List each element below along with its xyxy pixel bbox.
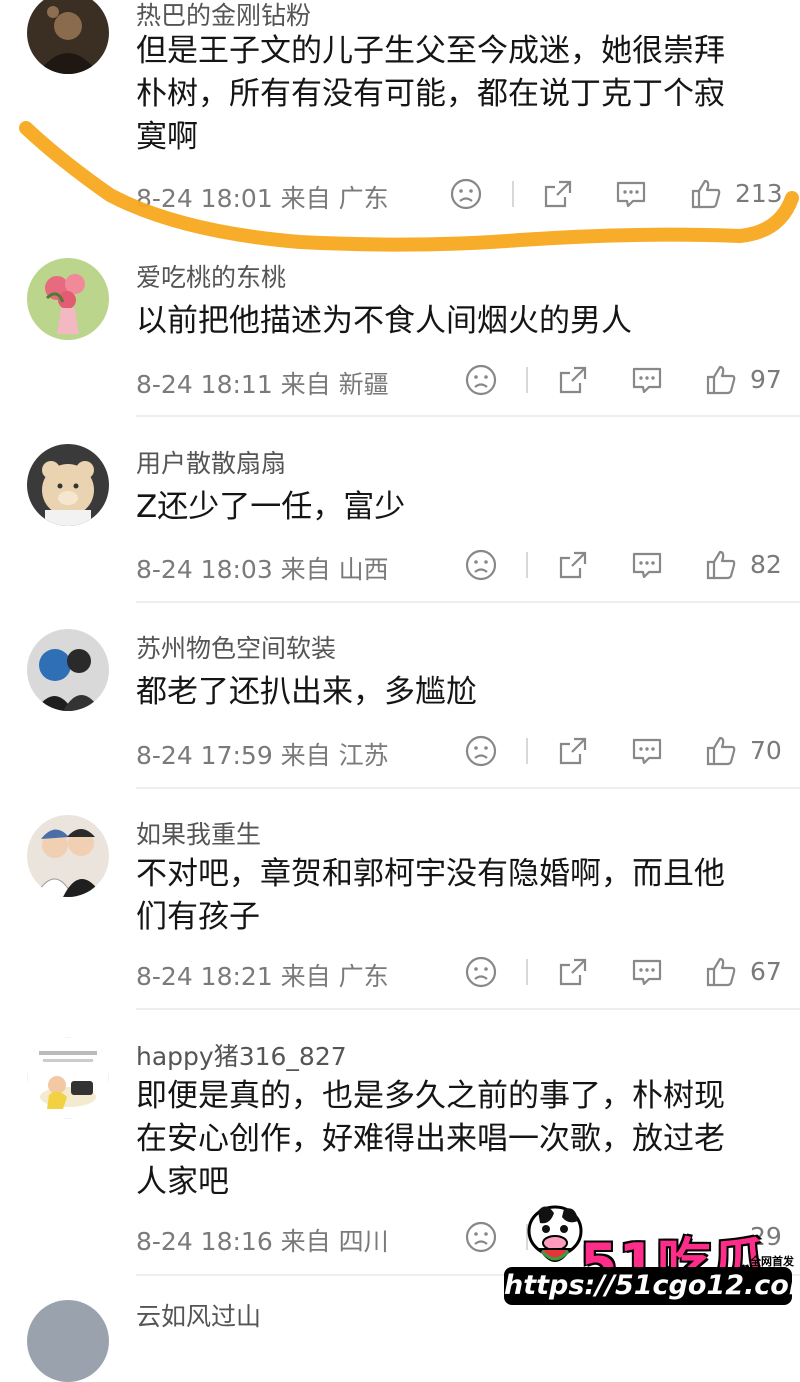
divider [526,959,528,985]
comment-username[interactable]: 用户散散扇扇 [136,444,286,480]
comment-time-location: 8-24 18:01 来自 广东 [136,184,389,213]
avatar[interactable] [27,258,109,340]
comment-bubble-icon[interactable] [630,955,664,989]
avatar[interactable] [27,444,109,526]
divider [526,367,528,393]
sad-face-icon[interactable] [464,955,498,989]
share-icon[interactable] [541,177,575,211]
comment-time-location: 8-24 18:11 来自 新疆 [136,370,389,399]
avatar[interactable] [27,815,109,897]
comment-time-location: 8-24 17:59 来自 江苏 [136,741,389,770]
divider [526,738,528,764]
like-count: 70 [750,736,782,765]
like-count: 213 [735,179,783,208]
comment-bubble-icon[interactable] [614,177,648,211]
comment-bubble-icon[interactable] [630,363,664,397]
avatar[interactable] [27,0,109,74]
comment-username[interactable]: happy猪316_827 [136,1037,347,1073]
avatar[interactable] [27,1037,109,1119]
like-count: 67 [750,957,782,986]
avatar[interactable] [27,1300,109,1382]
comment-username[interactable]: 如果我重生 [136,815,261,851]
comment-time-location: 8-24 18:16 来自 四川 [136,1227,389,1256]
row-divider [136,601,800,603]
sad-face-icon[interactable] [449,177,483,211]
comment-text: 即便是真的，也是多久之前的事了，朴树现 在安心创作，好难得出来唱一次歌，放过老 … [136,1078,725,1200]
thumbs-up-icon[interactable] [704,363,738,397]
comment-meta: 8-24 18:01 来自 广东 213 [136,177,786,213]
sad-face-icon[interactable] [464,548,498,582]
share-icon[interactable] [556,548,590,582]
comment-text: 都老了还扒出来，多尴尬 [136,674,477,710]
comment-username[interactable]: 云如风过山 [136,1297,261,1333]
comment-meta: 8-24 18:11 来自 新疆 97 [136,363,786,399]
comment-text: 但是王子文的儿子生父至今成迷，她很崇拜 朴树，所有有没有可能，都在说丁克丁个寂 … [136,33,725,155]
row-divider [136,1008,800,1010]
comment-text: Z还少了一任，富少 [136,489,406,525]
share-icon[interactable] [556,363,590,397]
thumbs-up-icon[interactable] [689,177,723,211]
watermark: 51吃瓜 全网首发 https://51cgo12.com [500,1195,800,1312]
watermark-url: https://51cgo12.com [504,1267,800,1305]
divider [526,552,528,578]
row-divider [136,787,800,789]
thumbs-up-icon[interactable] [704,955,738,989]
comment-username[interactable]: 苏州物色空间软装 [136,629,336,665]
like-count: 97 [750,365,782,394]
sad-face-icon[interactable] [464,734,498,768]
comment-bubble-icon[interactable] [630,548,664,582]
avatar[interactable] [27,629,109,711]
comment-username[interactable]: 热巴的金刚钻粉 [136,0,311,32]
share-icon[interactable] [556,734,590,768]
divider [512,181,514,207]
comment-bubble-icon[interactable] [630,734,664,768]
comment-time-location: 8-24 18:21 来自 广东 [136,962,389,991]
row-divider [136,415,800,417]
comment-meta: 8-24 18:03 来自 山西 82 [136,548,786,584]
comment-meta: 8-24 17:59 来自 江苏 70 [136,734,786,770]
comment-meta: 8-24 18:21 来自 广东 67 [136,955,786,991]
comment-username[interactable]: 爱吃桃的东桃 [136,258,286,294]
like-count: 82 [750,550,782,579]
comment-text: 以前把他描述为不食人间烟火的男人 [136,303,632,339]
share-icon[interactable] [556,955,590,989]
thumbs-up-icon[interactable] [704,734,738,768]
thumbs-up-icon[interactable] [704,548,738,582]
sad-face-icon[interactable] [464,1220,498,1254]
comment-time-location: 8-24 18:03 来自 山西 [136,555,389,584]
sad-face-icon[interactable] [464,363,498,397]
comment-text: 不对吧，章贺和郭柯宇没有隐婚啊，而且他 们有孩子 [136,856,725,935]
